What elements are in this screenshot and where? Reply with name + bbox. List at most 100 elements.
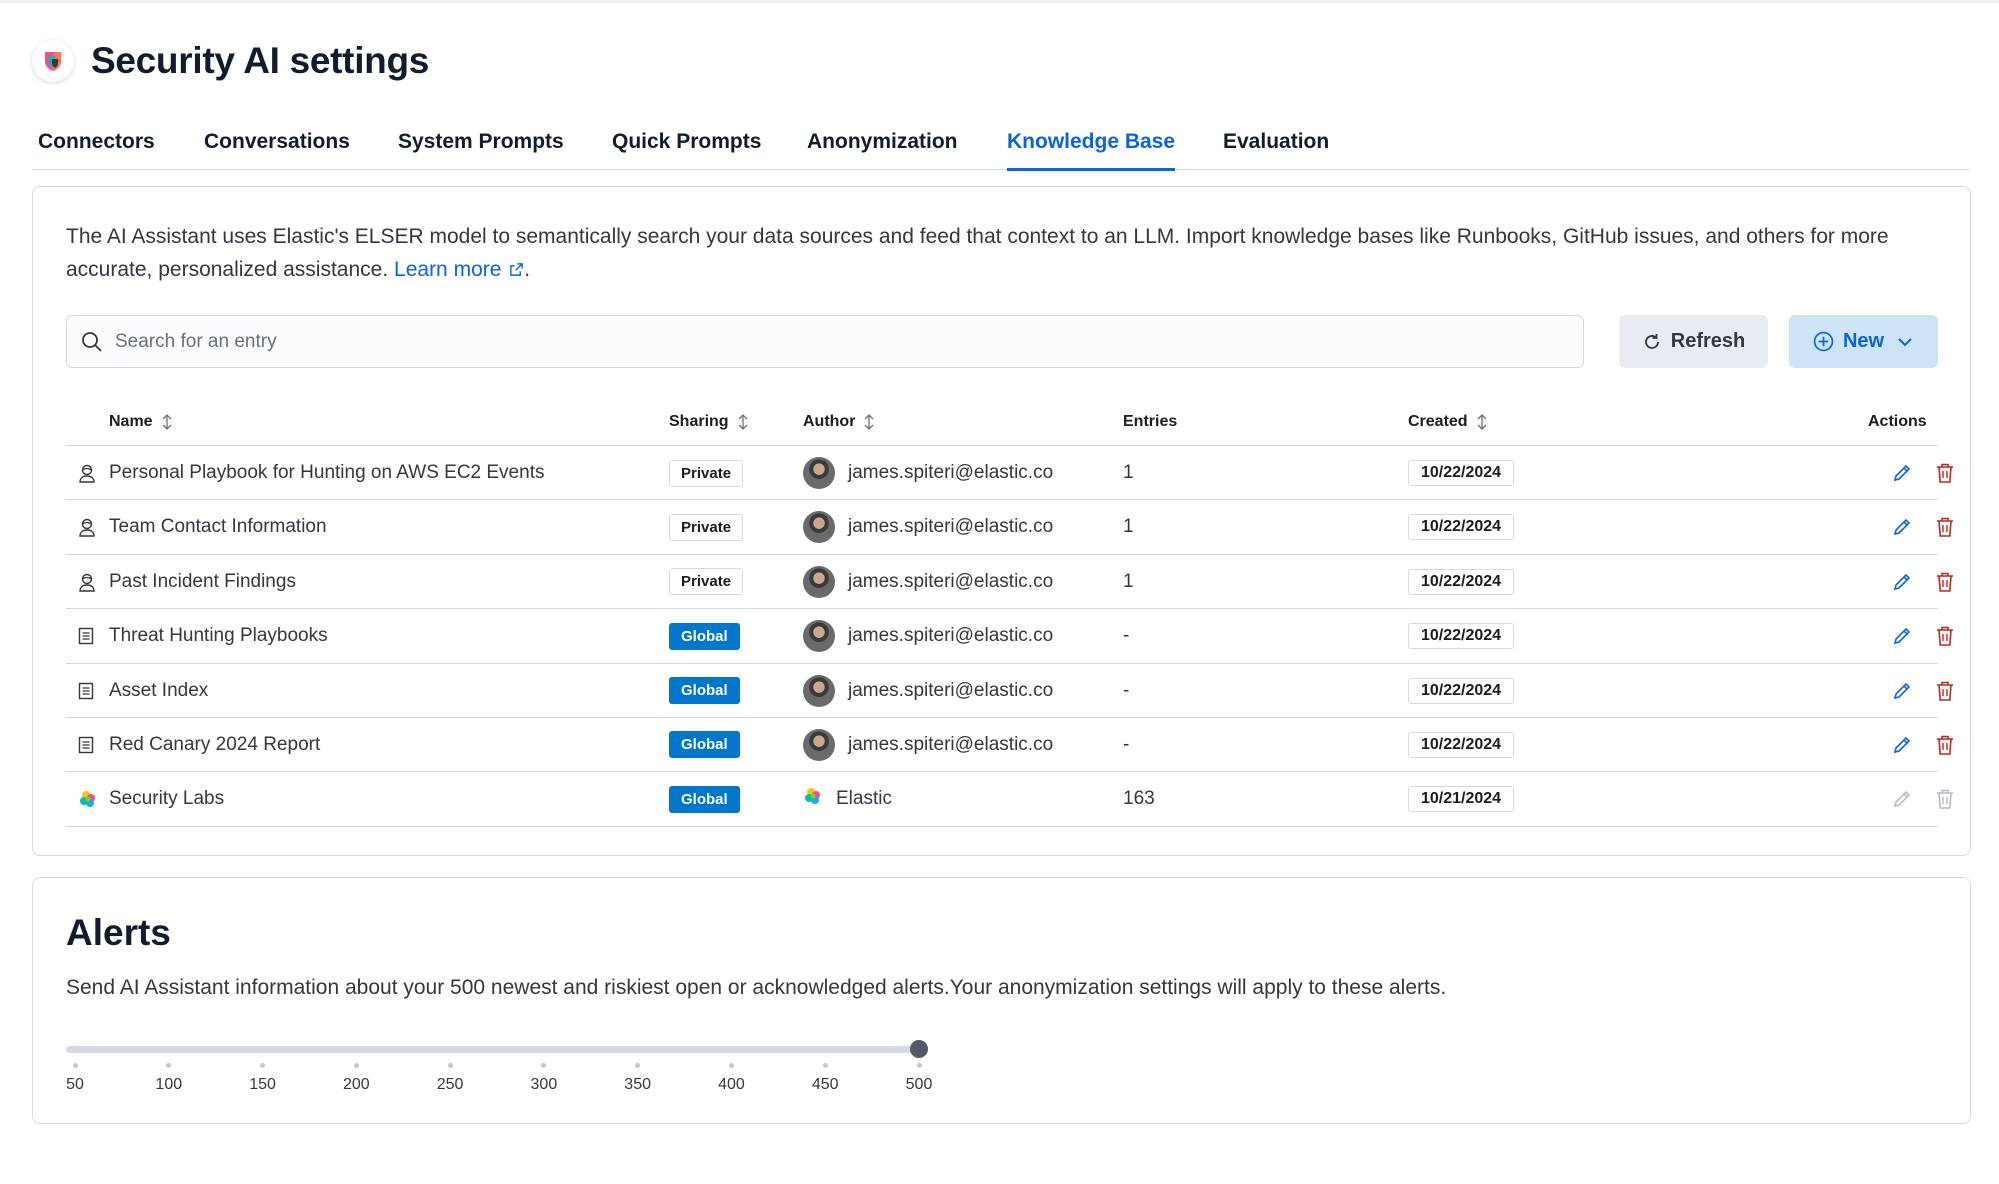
- delete-button[interactable]: [1932, 732, 1958, 758]
- entry-name[interactable]: Security Labs: [109, 772, 224, 826]
- tab-quick-prompts[interactable]: Quick Prompts: [612, 130, 761, 168]
- sort-icon: [864, 414, 874, 430]
- edit-cell: [1889, 500, 1915, 554]
- pencil-icon: [1893, 628, 1911, 645]
- edit-button[interactable]: [1889, 732, 1915, 758]
- chevron-down-icon: [1898, 337, 1912, 346]
- col-actions: Actions: [1868, 413, 1927, 431]
- edit-button[interactable]: [1889, 678, 1915, 704]
- col-created-label: Created: [1408, 413, 1468, 430]
- created-date: 10/22/2024: [1408, 623, 1515, 650]
- col-entries-label: Entries: [1123, 413, 1178, 430]
- slider-tick-label: 100: [155, 1076, 183, 1093]
- trash-icon: [1937, 735, 1953, 755]
- user-icon: [78, 555, 96, 609]
- kb-description-text: The AI Assistant uses Elastic's ELSER mo…: [66, 225, 1889, 281]
- edit-button[interactable]: [1889, 623, 1915, 649]
- created-cell: 10/22/2024: [1408, 555, 1515, 609]
- sharing-badge: Global: [669, 731, 740, 759]
- search-icon: [82, 331, 102, 352]
- delete-button[interactable]: [1932, 623, 1958, 649]
- entry-name[interactable]: Red Canary 2024 Report: [109, 718, 320, 772]
- slider-tick-label: 350: [624, 1076, 652, 1093]
- learn-more-label: Learn more: [394, 258, 502, 281]
- created-date: 10/22/2024: [1408, 568, 1515, 595]
- col-name[interactable]: Name: [109, 413, 173, 431]
- col-created[interactable]: Created: [1408, 413, 1488, 431]
- new-button[interactable]: New: [1789, 315, 1938, 368]
- slider-tick-label: 50: [66, 1076, 84, 1093]
- slider-thumb[interactable]: [910, 1040, 928, 1058]
- col-sharing[interactable]: Sharing: [669, 413, 749, 431]
- refresh-label: Refresh: [1670, 330, 1746, 352]
- alerts-range-slider[interactable]: 50 100 150 200 250 300 350 400 450 500: [66, 1038, 966, 1108]
- table-row: Threat Hunting Playbooks Global james.sp…: [66, 609, 1953, 664]
- created-date: 10/22/2024: [1408, 731, 1515, 758]
- entry-name[interactable]: Personal Playbook for Hunting on AWS EC2…: [109, 446, 544, 500]
- alerts-panel: Alerts Send AI Assistant information abo…: [32, 877, 1971, 1124]
- delete-cell: [1932, 664, 1958, 718]
- elastic-logo-icon: [78, 772, 98, 826]
- tab-knowledge-base[interactable]: Knowledge Base: [1007, 130, 1176, 171]
- col-sharing-label: Sharing: [669, 413, 729, 430]
- created-cell: 10/22/2024: [1408, 664, 1515, 718]
- delete-button[interactable]: [1932, 786, 1958, 812]
- edit-button[interactable]: [1889, 514, 1915, 540]
- tab-conversations[interactable]: Conversations: [204, 130, 350, 168]
- delete-button[interactable]: [1932, 569, 1958, 595]
- author-cell: Elastic: [803, 772, 892, 826]
- slider-tick: [447, 1063, 453, 1068]
- delete-button[interactable]: [1932, 514, 1958, 540]
- sharing-cell: Private: [669, 446, 744, 500]
- delete-button[interactable]: [1932, 678, 1958, 704]
- table-row: Red Canary 2024 Report Global james.spit…: [66, 718, 1953, 773]
- slider-tick: [541, 1063, 547, 1068]
- edit-button[interactable]: [1889, 786, 1915, 812]
- slider-tick: [166, 1063, 172, 1068]
- slider-track[interactable]: [66, 1046, 928, 1053]
- learn-more-link[interactable]: Learn more: [394, 258, 524, 281]
- period: .: [524, 258, 531, 281]
- search-input[interactable]: [115, 330, 1515, 353]
- slider-tick: [916, 1063, 922, 1068]
- sharing-badge: Global: [669, 785, 740, 813]
- knowledge-base-panel: The AI Assistant uses Elastic's ELSER mo…: [32, 186, 1971, 856]
- slider-tick: [260, 1063, 266, 1068]
- refresh-icon: [1644, 333, 1659, 349]
- edit-button[interactable]: [1889, 569, 1915, 595]
- user-icon: [78, 446, 96, 500]
- edit-cell: [1889, 718, 1915, 772]
- pencil-icon: [1893, 519, 1911, 536]
- entry-name[interactable]: Threat Hunting Playbooks: [109, 609, 328, 663]
- document-icon: [78, 718, 94, 772]
- slider-tick-label: 250: [436, 1076, 464, 1093]
- tab-system-prompts[interactable]: System Prompts: [398, 130, 564, 168]
- tab-connectors[interactable]: Connectors: [38, 130, 155, 168]
- author-name: james.spiteri@elastic.co: [848, 516, 1054, 538]
- avatar: [803, 457, 835, 489]
- entry-name[interactable]: Past Incident Findings: [109, 555, 296, 609]
- delete-button[interactable]: [1932, 460, 1958, 486]
- edit-button[interactable]: [1889, 460, 1915, 486]
- entries-count: 1: [1123, 516, 1134, 538]
- author-cell: james.spiteri@elastic.co: [803, 446, 1053, 500]
- col-author[interactable]: Author: [803, 413, 875, 431]
- col-author-label: Author: [803, 413, 856, 430]
- slider-tick-label: 500: [905, 1076, 933, 1093]
- delete-cell: [1932, 609, 1958, 663]
- pencil-icon: [1893, 573, 1911, 590]
- search-bar[interactable]: [66, 315, 1584, 368]
- entry-name[interactable]: Team Contact Information: [109, 500, 327, 554]
- author-cell: james.spiteri@elastic.co: [803, 500, 1053, 554]
- entry-name[interactable]: Asset Index: [109, 664, 208, 718]
- tab-anonymization[interactable]: Anonymization: [807, 130, 958, 168]
- tab-evaluation[interactable]: Evaluation: [1223, 130, 1329, 168]
- created-cell: 10/21/2024: [1408, 772, 1515, 826]
- trash-icon: [1937, 518, 1953, 538]
- refresh-button[interactable]: Refresh: [1619, 315, 1768, 368]
- created-cell: 10/22/2024: [1408, 500, 1515, 554]
- new-label: New: [1842, 330, 1885, 352]
- table-row: Team Contact Information Private james.s…: [66, 500, 1953, 555]
- col-name-label: Name: [109, 413, 153, 430]
- settings-tabs: Connectors Conversations System Prompts …: [32, 120, 1970, 171]
